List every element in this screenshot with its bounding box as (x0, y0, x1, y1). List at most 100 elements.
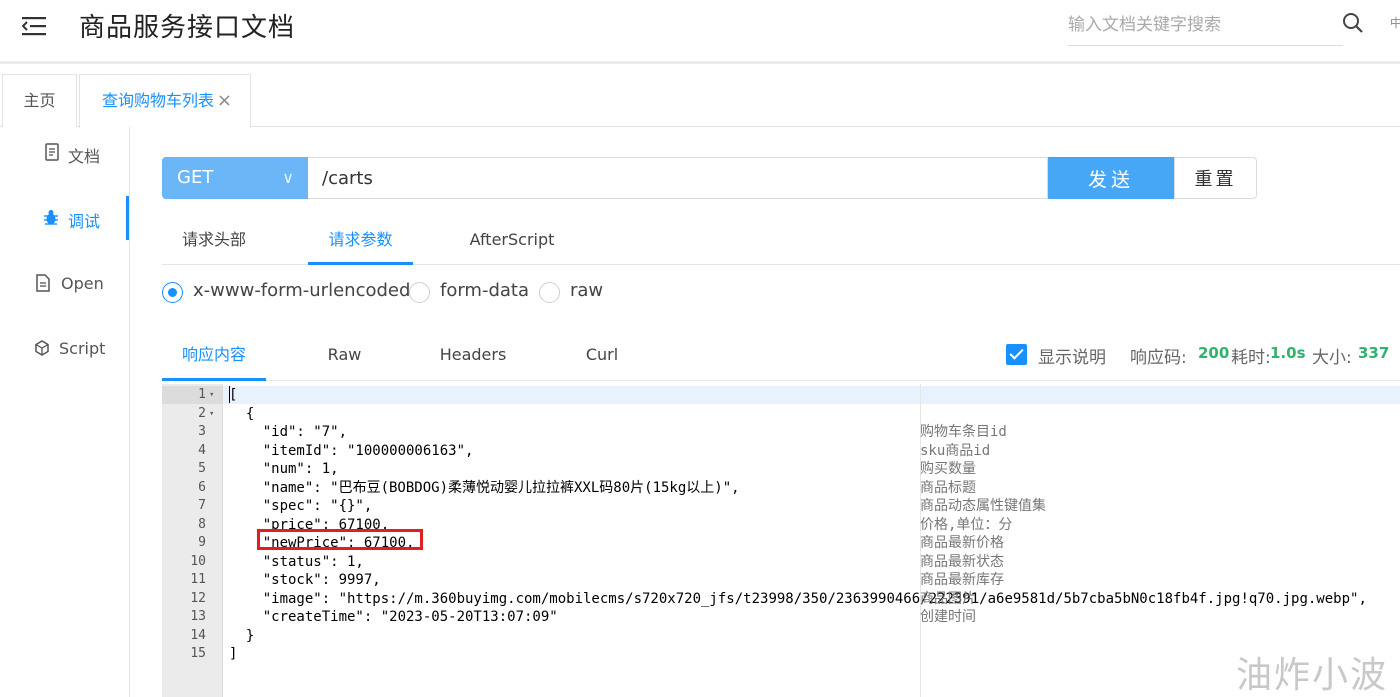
radio-label: raw (570, 280, 604, 301)
line-number: 12 (190, 590, 206, 606)
field-description: 商品动态属性键值集 (920, 498, 1046, 514)
sidebar-item-open[interactable]: Open (0, 262, 130, 306)
sidebar-item-label: 文档 (68, 147, 101, 166)
tab-after-script[interactable]: AfterScript (462, 218, 562, 265)
document-icon (45, 143, 59, 161)
line-number: 7 (198, 498, 206, 513)
method-select[interactable]: GET ∨ (162, 157, 308, 199)
code-line: 4 "itemId": "100000006163", (162, 442, 1400, 461)
code-line: 11 "stock": 9997, (162, 571, 1400, 590)
tab-request-params[interactable]: 请求参数 (308, 218, 413, 265)
line-number: 11 (190, 572, 206, 587)
code-line: 15] (162, 645, 1400, 664)
tab-response-curl[interactable]: Curl (572, 331, 632, 381)
fold-arrow-icon[interactable]: ▾ (209, 405, 214, 424)
line-number: 4 (198, 442, 206, 458)
annotation-highlight-box (257, 529, 423, 550)
code-line: 7 "spec": "{}", (162, 497, 1400, 516)
sidebar-item-docs[interactable]: 文档 (0, 131, 130, 175)
line-number: 1 (198, 387, 206, 402)
line-number: 9 (198, 535, 206, 550)
header-more-text[interactable]: 中 (1390, 14, 1400, 31)
field-description: 商品最新价格 (920, 535, 1004, 551)
sidebar-item-label: 调试 (68, 212, 101, 231)
code-line: 6 "name": "巴布豆(BOBDOG)柔薄悦动婴儿拉拉裤XXL码80片(1… (162, 479, 1400, 498)
file-icon (36, 274, 50, 292)
code-text: [ (229, 387, 238, 403)
search-icon[interactable] (1342, 12, 1364, 34)
tab-request-headers[interactable]: 请求头部 (162, 218, 266, 265)
bug-icon (44, 210, 58, 225)
code-text: "image": "https://m.360buyimg.com/mobile… (229, 590, 1367, 607)
sidebar-item-label: Script (59, 339, 106, 358)
code-text: "createTime": "2023-05-20T13:07:09" (229, 609, 558, 625)
close-icon[interactable]: × (217, 75, 232, 127)
size-value: 337 (1358, 344, 1390, 362)
radio-circle (409, 282, 430, 303)
code-line: 2 ▾ { (162, 405, 1400, 424)
sidebar-active-indicator (126, 196, 129, 240)
code-text: "status": 1, (229, 553, 364, 570)
code-text: "name": "巴布豆(BOBDOG)柔薄悦动婴儿拉拉裤XXL码80片(15k… (229, 479, 740, 496)
cube-icon (35, 340, 49, 356)
radio-circle (162, 282, 183, 303)
line-number: 14 (190, 627, 206, 643)
code-text: } (229, 627, 255, 644)
chevron-down-icon: ∨ (282, 168, 294, 187)
code-line: 1 ▾ [ (162, 386, 1400, 405)
status-value: 200 (1198, 344, 1230, 362)
request-bar: GET ∨ 发送 重置 (162, 157, 1257, 199)
tab-cart-list-label: 查询购物车列表 (102, 91, 215, 110)
search-input[interactable] (1068, 8, 1343, 42)
tab-response-raw[interactable]: Raw (308, 331, 381, 381)
radio-label: x-www-form-urlencoded (193, 280, 411, 301)
line-number: 8 (198, 516, 206, 532)
code-line: 14 } (162, 627, 1400, 646)
response-tabs: 响应内容 Raw Headers Curl 显示说明 响应码: 200 耗时: … (162, 331, 1400, 381)
field-description: 购买数量 (920, 461, 976, 477)
size-label: 大小: (1312, 348, 1352, 368)
code-text: "id": "7", (229, 424, 348, 440)
text-cursor (229, 386, 230, 403)
show-desc-label: 显示说明 (1038, 348, 1106, 368)
reset-button[interactable]: 重置 (1174, 157, 1257, 199)
code-text: "num": 1, (229, 461, 339, 477)
line-number: 10 (190, 553, 206, 569)
radio-label: form-data (440, 280, 530, 301)
tab-response-content[interactable]: 响应内容 (162, 331, 266, 381)
line-number: 5 (198, 461, 206, 476)
field-description: 商品标题 (920, 479, 976, 496)
sidebar: 文档 调试 Open Script (0, 127, 130, 697)
search-box (1068, 8, 1343, 46)
send-button[interactable]: 发送 (1048, 157, 1174, 199)
line-number: 3 (198, 424, 206, 439)
code-line: 12 "image": "https://m.360buyimg.com/mob… (162, 590, 1400, 609)
field-description: 创建时间 (920, 609, 976, 625)
tab-home[interactable]: 主页 (2, 74, 77, 127)
field-description: 价格,单位：分 (920, 516, 1013, 533)
tab-cart-list[interactable]: 查询购物车列表 × (79, 74, 251, 128)
show-desc-checkbox[interactable] (1006, 344, 1027, 365)
code-line: 10 "status": 1, (162, 553, 1400, 572)
sidebar-item-script[interactable]: Script (0, 327, 130, 371)
line-number: 2 (198, 405, 206, 421)
field-description: 商品最新状态 (920, 553, 1004, 570)
sidebar-item-debug[interactable]: 调试 (0, 196, 130, 240)
app-header: 商品服务接口文档 中 (0, 0, 1400, 64)
code-text: "stock": 9997, (229, 572, 381, 588)
url-input[interactable] (308, 157, 1048, 199)
app-title: 商品服务接口文档 (79, 13, 296, 43)
tab-response-headers[interactable]: Headers (428, 331, 518, 381)
time-label: 耗时: (1231, 348, 1271, 368)
fold-arrow-icon[interactable]: ▾ (209, 386, 214, 405)
line-number: 15 (190, 646, 206, 661)
code-text: "itemId": "100000006163", (229, 442, 474, 459)
tab-home-label: 主页 (23, 91, 56, 110)
menu-toggle-icon[interactable] (22, 14, 48, 38)
code-text: ] (229, 646, 238, 662)
line-number: 13 (190, 609, 206, 624)
sidebar-item-label: Open (61, 274, 104, 293)
request-tabs: 请求头部 请求参数 AfterScript (162, 218, 1400, 265)
code-text: "spec": "{}", (229, 498, 373, 514)
method-value: GET (177, 167, 214, 188)
